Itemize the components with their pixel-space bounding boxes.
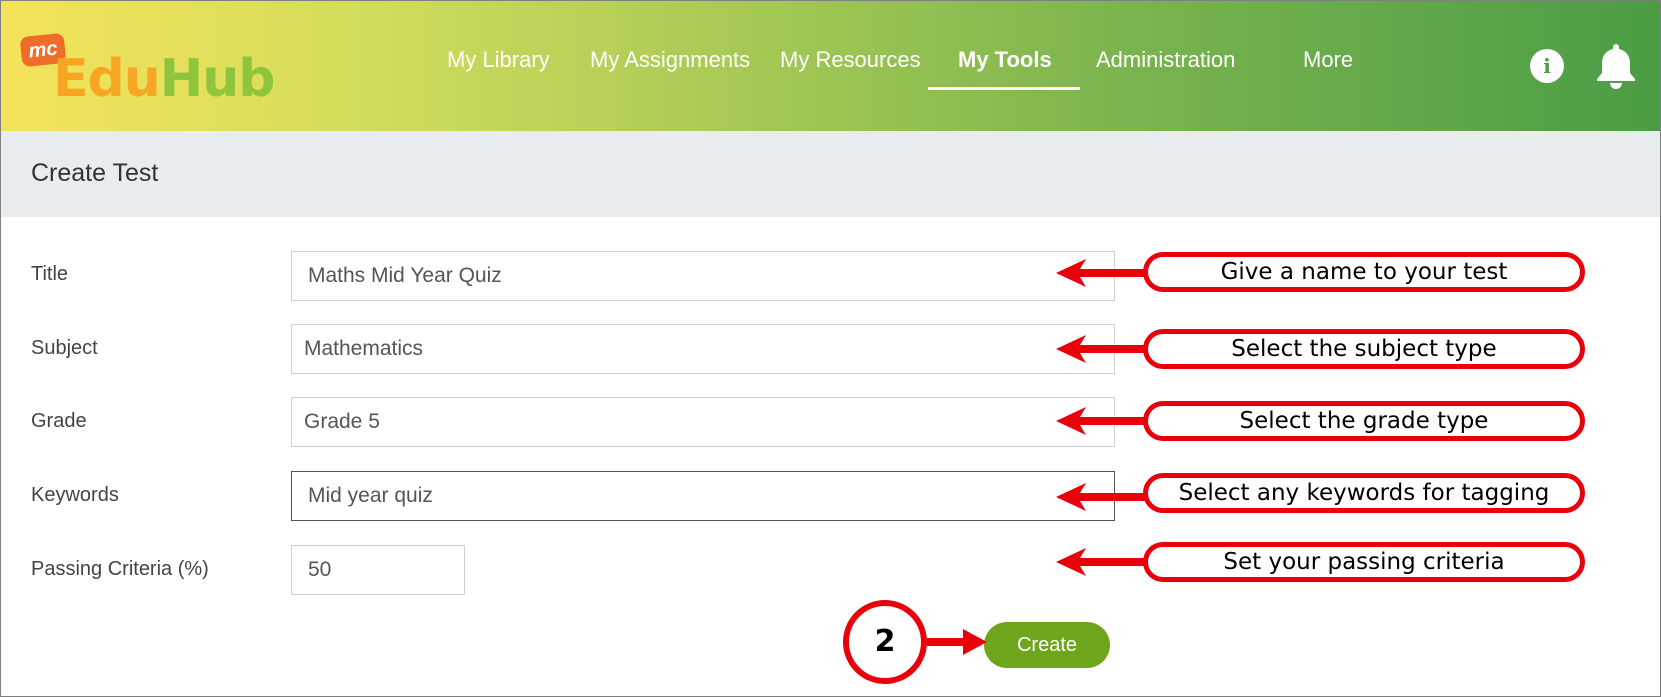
page-title: Create Test bbox=[31, 159, 159, 187]
grade-select[interactable]: Grade 5 bbox=[291, 397, 1115, 447]
page-header: Create Test bbox=[1, 131, 1660, 217]
callout-grade: Select the grade type bbox=[1143, 401, 1585, 441]
subject-label: Subject bbox=[31, 337, 98, 359]
title-label: Title bbox=[31, 263, 69, 285]
callout-passing: Set your passing criteria bbox=[1143, 542, 1585, 582]
passing-criteria-label: Passing Criteria (%) bbox=[31, 558, 209, 580]
step-number-marker: 2 bbox=[843, 600, 927, 684]
callout-title: Give a name to your test bbox=[1143, 252, 1585, 292]
callout-arrow-icon bbox=[1056, 407, 1146, 435]
subject-select[interactable]: Mathematics bbox=[291, 324, 1115, 374]
logo-hub: Hub bbox=[159, 49, 276, 109]
keywords-input[interactable] bbox=[291, 471, 1115, 521]
passing-criteria-input[interactable] bbox=[291, 545, 465, 595]
nav-my-assignments[interactable]: My Assignments bbox=[590, 47, 750, 73]
app-window: mc EduHub My Library My Assignments My R… bbox=[0, 0, 1661, 697]
callout-arrow-icon bbox=[1056, 259, 1146, 287]
step-arrow-icon bbox=[927, 629, 987, 655]
nav-administration[interactable]: Administration bbox=[1096, 47, 1235, 73]
keywords-label: Keywords bbox=[31, 484, 119, 506]
logo-edu: Edu bbox=[53, 49, 161, 109]
info-icon[interactable]: i bbox=[1530, 49, 1564, 83]
nav-more[interactable]: More bbox=[1303, 47, 1353, 73]
nav-my-library[interactable]: My Library bbox=[447, 47, 550, 73]
callout-keywords: Select any keywords for tagging bbox=[1143, 473, 1585, 513]
create-button[interactable]: Create bbox=[984, 622, 1110, 668]
callout-arrow-icon bbox=[1056, 548, 1146, 576]
nav-my-tools[interactable]: My Tools bbox=[958, 47, 1052, 73]
eduhub-logo[interactable]: mc EduHub bbox=[19, 31, 276, 109]
callout-arrow-icon bbox=[1056, 335, 1146, 363]
top-navigation-bar: mc EduHub My Library My Assignments My R… bbox=[1, 1, 1660, 131]
callout-subject: Select the subject type bbox=[1143, 329, 1585, 369]
title-input[interactable] bbox=[291, 251, 1115, 301]
grade-label: Grade bbox=[31, 410, 87, 432]
logo-wordmark: EduHub bbox=[53, 49, 276, 109]
nav-my-resources[interactable]: My Resources bbox=[780, 47, 921, 73]
active-tab-indicator bbox=[928, 87, 1080, 90]
callout-arrow-icon bbox=[1056, 483, 1146, 511]
bell-icon[interactable] bbox=[1594, 41, 1638, 89]
